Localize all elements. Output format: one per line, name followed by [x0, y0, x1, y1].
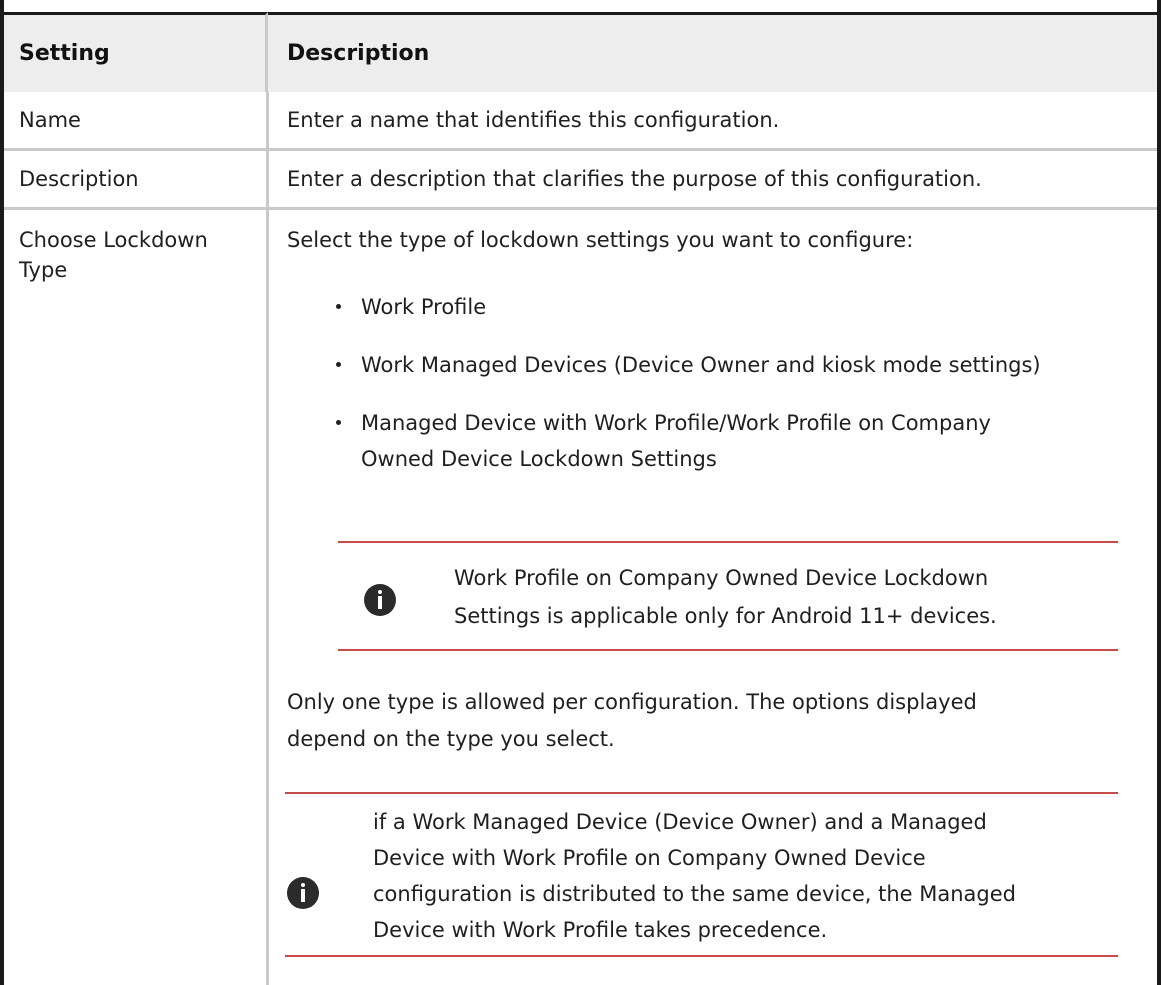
settings-table: Setting Description Name Enter a name th… [0, 0, 1161, 985]
note2-line3: configuration is distributed to the same… [373, 882, 1017, 906]
column-divider [266, 92, 269, 985]
bullet-icon [336, 420, 341, 425]
note2-line1: if a Work Managed Device (Device Owner) … [373, 810, 987, 834]
header-setting: Setting [19, 41, 110, 66]
row-lockdown-setting-line1: Choose Lockdown [19, 228, 208, 252]
option-managed-with-work-profile: Managed Device with Work Profile/Work Pr… [361, 411, 991, 435]
bullet-icon [336, 362, 341, 367]
option-managed-with-work-profile-line2: Owned Device Lockdown Settings [361, 447, 717, 471]
note1-line1: Work Profile on Company Owned Device Loc… [454, 566, 989, 590]
header-setting-cell: Setting [4, 12, 268, 92]
header-description: Description [287, 41, 430, 66]
info-icon [364, 584, 396, 616]
header-description-cell: Description [268, 12, 1157, 92]
note-border-top [285, 792, 1118, 794]
note1-line2: Settings is applicable only for Android … [454, 604, 997, 628]
note2-line4: Device with Work Profile takes precedenc… [373, 918, 828, 942]
option-work-profile: Work Profile [361, 295, 487, 319]
row-name-description: Enter a name that identifies this config… [287, 108, 780, 132]
lockdown-intro: Select the type of lockdown settings you… [287, 228, 914, 252]
row-description-setting: Description [19, 167, 139, 191]
row-name-setting: Name [19, 108, 81, 132]
lockdown-para-line2: depend on the type you select. [287, 727, 615, 751]
note-border-bottom [338, 649, 1118, 651]
table-right-border [1157, 0, 1161, 985]
note-border-bottom [285, 955, 1118, 957]
option-work-managed: Work Managed Devices (Device Owner and k… [361, 353, 1041, 377]
row-divider [4, 207, 1157, 210]
row-divider [4, 148, 1157, 151]
bullet-icon [336, 304, 341, 309]
note-border-top [338, 541, 1118, 543]
lockdown-para-line1: Only one type is allowed per configurati… [287, 690, 977, 714]
row-description-description: Enter a description that clarifies the p… [287, 167, 982, 191]
info-icon [287, 877, 319, 909]
row-lockdown-setting-line2: Type [19, 258, 68, 282]
note2-line2: Device with Work Profile on Company Owne… [373, 846, 926, 870]
